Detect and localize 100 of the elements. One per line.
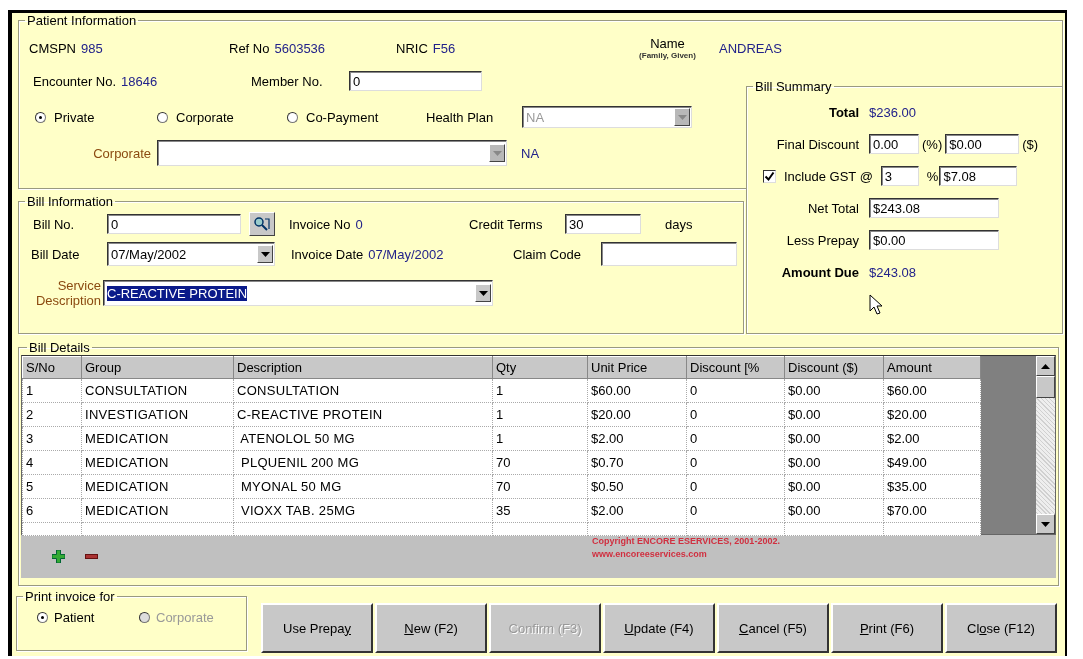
search-button[interactable] xyxy=(249,212,275,236)
table-cell: INVESTIGATION xyxy=(81,402,234,427)
field-label: days xyxy=(665,216,693,232)
radio-label: Private xyxy=(54,109,95,125)
plus-icon xyxy=(52,550,65,563)
radio-button[interactable] xyxy=(157,111,168,123)
table-cell: MEDICATION xyxy=(81,450,234,475)
field-label: Less Prepay xyxy=(785,232,860,248)
field-value: F56 xyxy=(432,40,456,56)
table-cell: 0 xyxy=(686,474,785,499)
radio-button[interactable] xyxy=(37,612,48,623)
table-cell: 4 xyxy=(22,450,82,475)
table-cell: $0.00 xyxy=(784,450,884,475)
add-row-button[interactable] xyxy=(51,549,66,564)
group-title: Bill Details xyxy=(28,340,91,355)
radio-option[interactable]: Co-Payment xyxy=(287,109,426,125)
action-button[interactable]: Print (F6) xyxy=(831,603,943,653)
input-field[interactable]: $0.00 xyxy=(869,230,999,250)
table-cell: $20.00 xyxy=(883,402,981,427)
input-field[interactable]: 30 xyxy=(565,214,641,234)
table-cell: $0.00 xyxy=(784,474,884,499)
field-value: 5603536 xyxy=(274,40,326,56)
table-cell: MEDICATION xyxy=(81,426,234,451)
scroll-down-button[interactable] xyxy=(1035,514,1055,534)
table-cell: $60.00 xyxy=(883,378,981,403)
table-cell: MYONAL 50 MG xyxy=(233,474,493,499)
column-header[interactable]: Unit Price xyxy=(587,356,687,379)
field-label: Invoice No xyxy=(289,216,351,232)
dropdown-button[interactable] xyxy=(475,284,491,302)
field-label: Name xyxy=(650,36,685,51)
table-cell: 0 xyxy=(686,498,785,523)
radio-button[interactable] xyxy=(287,111,298,123)
field-value: 18646 xyxy=(121,73,158,89)
input-field[interactable]: 0 xyxy=(349,71,482,91)
field-value: 985 xyxy=(80,40,103,56)
table-cell: $2.00 xyxy=(587,498,687,523)
field-label: Health Plan xyxy=(426,109,495,125)
field-label: Encounter No. xyxy=(33,73,117,89)
radio-option[interactable]: Patient xyxy=(37,610,119,625)
input-field[interactable]: $0.00 xyxy=(945,134,1020,154)
table-cell: $2.00 xyxy=(587,426,687,451)
table-cell: $0.00 xyxy=(784,426,884,451)
combo-value: C-REACTIVE PROTEIN xyxy=(107,285,248,301)
input-field[interactable]: 0 xyxy=(107,214,241,234)
input-field[interactable]: 3 xyxy=(880,166,919,186)
field-value: NA xyxy=(521,145,540,161)
action-button[interactable]: Update (F4) xyxy=(603,603,715,653)
scrollbar[interactable] xyxy=(1035,356,1055,534)
radio-option[interactable]: Corporate xyxy=(157,109,287,125)
checkbox-label: Include GST @ xyxy=(784,168,873,184)
date-dropdown[interactable]: 07/May/2002 xyxy=(107,242,275,266)
table-cell: $0.00 xyxy=(784,402,884,427)
column-header[interactable]: Discount ($) xyxy=(784,356,884,379)
table-cell: $70.00 xyxy=(883,498,981,523)
column-header[interactable]: Amount xyxy=(883,356,981,379)
table-cell: 1 xyxy=(22,378,82,403)
action-button[interactable]: New (F2) xyxy=(375,603,487,653)
column-header[interactable]: Discount [% xyxy=(686,356,785,379)
field-value: $236.00 xyxy=(869,104,916,120)
table-cell: 0 xyxy=(686,378,785,403)
input-field[interactable]: $7.08 xyxy=(939,166,1018,186)
radio-option[interactable]: Private xyxy=(35,109,157,125)
column-header[interactable]: Group xyxy=(81,356,234,379)
caret-icon xyxy=(677,114,687,120)
web-address: www.encoreeservices.com xyxy=(592,548,708,561)
field-label: Bill No. xyxy=(33,216,76,232)
table-cell: $0.70 xyxy=(587,450,687,475)
table-cell: $49.00 xyxy=(883,450,981,475)
caret-icon xyxy=(260,251,270,257)
input-field[interactable]: 0.00 xyxy=(869,134,919,154)
table-cell: $2.00 xyxy=(883,426,981,451)
table-cell: VIOXX TAB. 25MG xyxy=(233,498,493,523)
input-field[interactable]: $243.08 xyxy=(869,198,999,218)
table-cell: ATENOLOL 50 MG xyxy=(233,426,493,451)
dropdown-field[interactable]: C-REACTIVE PROTEIN xyxy=(103,280,493,306)
action-button[interactable]: Use Prepay xyxy=(261,603,373,653)
unit-label: % xyxy=(926,168,939,184)
scroll-thumb[interactable] xyxy=(1035,376,1055,398)
radio-button[interactable] xyxy=(35,111,46,123)
action-button[interactable]: Cancel (F5) xyxy=(717,603,829,653)
table-cell: 1 xyxy=(492,402,588,427)
column-header[interactable]: S/No xyxy=(22,356,82,379)
action-button[interactable]: Close (F12) xyxy=(945,603,1057,653)
table-cell: $20.00 xyxy=(587,402,687,427)
dropdown-button[interactable] xyxy=(257,245,273,263)
table-cell: 35 xyxy=(492,498,588,523)
group-title: Print invoice for xyxy=(24,589,116,604)
caret-icon xyxy=(1040,521,1050,527)
column-header[interactable]: Description xyxy=(233,356,493,379)
field-label: Claim Code xyxy=(513,246,582,262)
combo-value: 07/May/2002 xyxy=(111,246,188,262)
table-cell: 3 xyxy=(22,426,82,451)
scroll-up-button[interactable] xyxy=(1035,356,1055,376)
checkbox[interactable] xyxy=(763,169,776,183)
radio-label: Corporate xyxy=(176,109,234,125)
input-field[interactable] xyxy=(601,242,737,266)
field-label: Final Discount xyxy=(775,136,860,152)
column-header[interactable]: Qty xyxy=(492,356,588,379)
combo-value: NA xyxy=(526,109,546,125)
table-cell: 0 xyxy=(686,426,785,451)
